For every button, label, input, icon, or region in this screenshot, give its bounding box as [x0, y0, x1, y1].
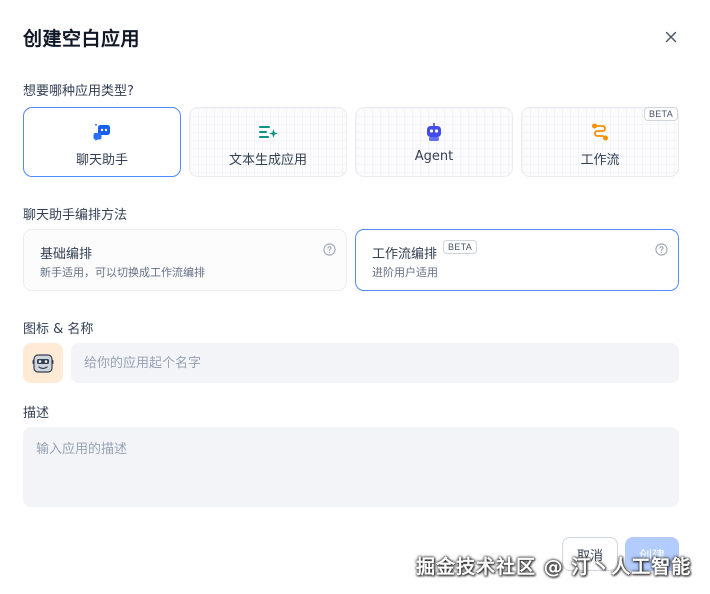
- app-type-workflow[interactable]: 工作流 BETA: [521, 107, 679, 177]
- close-icon: [665, 31, 677, 43]
- app-type-label-workflow: 工作流: [580, 153, 620, 168]
- workflow-icon: [590, 122, 610, 142]
- app-type-chat-assistant[interactable]: 聊天助手: [23, 107, 181, 177]
- icon-name-label: 图标 & 名称: [23, 322, 94, 337]
- app-type-text-generation[interactable]: 文本生成应用: [189, 107, 347, 177]
- chat-bot-icon: [92, 122, 112, 142]
- orchestration-workflow-title: 工作流编排: [372, 247, 438, 262]
- watermark: 掘金技术社区 @ 汀丶人工智能: [416, 556, 692, 578]
- close-button[interactable]: [660, 26, 682, 48]
- orchestration-workflow[interactable]: 工作流编排 BETA 进阶用户适用: [355, 229, 679, 291]
- create-app-dialog: 创建空白应用 想要哪种应用类型? 聊天助手 文本生成应用 Agent 工作流 B…: [0, 0, 710, 594]
- orchestration-basic-title: 基础编排: [40, 247, 93, 262]
- beta-badge: BETA: [443, 240, 478, 254]
- app-icon-picker[interactable]: [23, 343, 63, 383]
- orchestration-basic[interactable]: 基础编排 新手适用，可以切换成工作流编排: [23, 229, 347, 291]
- orchestration-label: 聊天助手编排方法: [23, 208, 128, 223]
- description-textarea[interactable]: [23, 427, 679, 507]
- orchestration-workflow-desc: 进阶用户适用: [372, 266, 438, 279]
- agent-robot-icon: [424, 122, 444, 142]
- orchestration-basic-desc: 新手适用，可以切换成工作流编排: [40, 266, 205, 279]
- app-type-label-chat: 聊天助手: [75, 153, 128, 168]
- dialog-title: 创建空白应用: [23, 28, 141, 50]
- app-type-label-agent: Agent: [414, 149, 454, 164]
- description-label: 描述: [23, 406, 50, 421]
- beta-badge: BETA: [643, 107, 678, 121]
- app-name-input[interactable]: [71, 343, 679, 383]
- robot-face-icon: [32, 354, 54, 373]
- app-type-label-text: 文本生成应用: [228, 153, 307, 168]
- text-generation-icon: [258, 122, 278, 142]
- app-type-label: 想要哪种应用类型?: [23, 84, 134, 99]
- app-type-agent[interactable]: Agent: [355, 107, 513, 177]
- help-circle-icon[interactable]: [655, 243, 668, 256]
- help-circle-icon[interactable]: [323, 243, 336, 256]
